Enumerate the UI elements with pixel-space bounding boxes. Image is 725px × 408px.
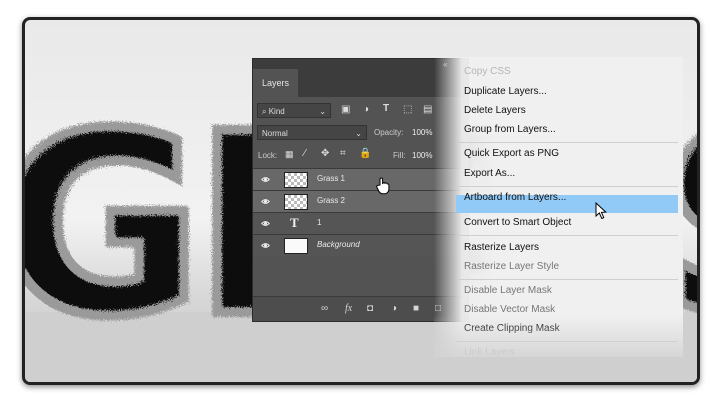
menu-item-disable-vector-mask: Disable Vector Mask bbox=[464, 304, 556, 315]
lock-position-icon[interactable]: ✥ bbox=[321, 148, 329, 159]
eye-icon[interactable] bbox=[261, 197, 270, 206]
adjustment-layer-icon[interactable]: ◑ bbox=[391, 303, 397, 314]
lock-all-icon[interactable]: 🔒 bbox=[359, 148, 371, 159]
chevron-down-icon: ⌄ bbox=[319, 107, 326, 116]
menu-item-group-from-layers[interactable]: Group from Layers... bbox=[464, 124, 556, 135]
menu-separator bbox=[456, 142, 678, 143]
new-group-icon[interactable]: ■ bbox=[413, 303, 419, 314]
type-filter-icon[interactable]: T bbox=[383, 103, 389, 114]
smart-object-filter-icon[interactable]: ▤ bbox=[423, 104, 432, 115]
menu-separator bbox=[456, 279, 678, 280]
menu-item-artboard-from-layers[interactable]: Artboard from Layers... bbox=[464, 192, 566, 203]
layer-name[interactable]: Grass 2 bbox=[317, 196, 345, 205]
fx-icon[interactable]: fx bbox=[345, 303, 352, 314]
add-mask-icon[interactable]: ◘ bbox=[367, 303, 373, 314]
shape-filter-icon[interactable]: ⬚ bbox=[403, 104, 412, 115]
opacity-label: Opacity: bbox=[374, 128, 404, 137]
layer-name[interactable]: Background bbox=[317, 240, 360, 249]
menu-item-create-clipping-mask[interactable]: Create Clipping Mask bbox=[464, 323, 560, 334]
menu-separator bbox=[456, 235, 678, 236]
menu-item-export-as[interactable]: Export As... bbox=[464, 168, 515, 179]
opacity-value[interactable]: 100% bbox=[412, 128, 432, 137]
pixel-filter-icon[interactable]: ▣ bbox=[341, 104, 350, 115]
menu-item-duplicate-layers[interactable]: Duplicate Layers... bbox=[464, 86, 547, 97]
menu-separator bbox=[456, 186, 678, 187]
link-layers-icon[interactable]: ∞ bbox=[321, 303, 328, 314]
adjustment-filter-icon[interactable]: ◑ bbox=[363, 104, 369, 115]
blend-mode-select[interactable]: Normal ⌄ bbox=[257, 125, 367, 140]
arrow-cursor-icon bbox=[595, 202, 607, 220]
screenshot-frame: GRA S « Layers ⌕ Kind ⌄ ▣ ◑ T ⬚ ▤ Normal bbox=[22, 17, 700, 385]
search-icon: ⌕ bbox=[262, 107, 267, 116]
lock-transparency-icon[interactable]: ▦ bbox=[285, 149, 294, 160]
menu-separator bbox=[456, 341, 678, 342]
eye-icon[interactable] bbox=[261, 175, 270, 184]
menu-item-delete-layers[interactable]: Delete Layers bbox=[464, 105, 526, 116]
eye-icon[interactable] bbox=[261, 241, 270, 250]
lock-label: Lock: bbox=[258, 151, 278, 160]
layer-name[interactable]: 1 bbox=[317, 218, 321, 227]
smart-object-thumbnail bbox=[284, 172, 308, 188]
layer-name[interactable]: Grass 1 bbox=[317, 174, 345, 183]
lock-pixels-brush-icon[interactable]: ∕ bbox=[304, 148, 306, 159]
eye-icon[interactable] bbox=[261, 219, 270, 228]
menu-item-quick-export-png[interactable]: Quick Export as PNG bbox=[464, 148, 559, 159]
menu-item-rasterize-layer-style: Rasterize Layer Style bbox=[464, 261, 560, 272]
context-menu: Copy CSS Duplicate Layers... Delete Laye… bbox=[434, 57, 683, 358]
blend-mode-value: Normal bbox=[262, 129, 288, 138]
background-thumbnail bbox=[284, 238, 308, 254]
filter-kind-label: Kind bbox=[268, 107, 285, 116]
filter-kind-select[interactable]: ⌕ Kind ⌄ bbox=[257, 103, 331, 118]
smart-object-thumbnail bbox=[284, 194, 308, 210]
chevron-down-icon: ⌄ bbox=[355, 129, 362, 138]
menu-item-rasterize-layers[interactable]: Rasterize Layers bbox=[464, 242, 539, 253]
menu-item-convert-to-smart-object[interactable]: Convert to Smart Object bbox=[464, 217, 571, 228]
tab-layers[interactable]: Layers bbox=[253, 69, 298, 97]
fill-label: Fill: bbox=[393, 151, 406, 160]
fill-value[interactable]: 100% bbox=[412, 151, 432, 160]
text-layer-icon: T bbox=[290, 215, 299, 230]
menu-item-disable-layer-mask: Disable Layer Mask bbox=[464, 285, 552, 296]
hand-cursor-icon bbox=[376, 177, 390, 195]
menu-item-copy-css[interactable]: Copy CSS bbox=[464, 66, 511, 77]
lock-artboard-icon[interactable]: ⌗ bbox=[340, 148, 346, 159]
menu-item-link-layers[interactable]: Link Layers bbox=[464, 347, 515, 358]
